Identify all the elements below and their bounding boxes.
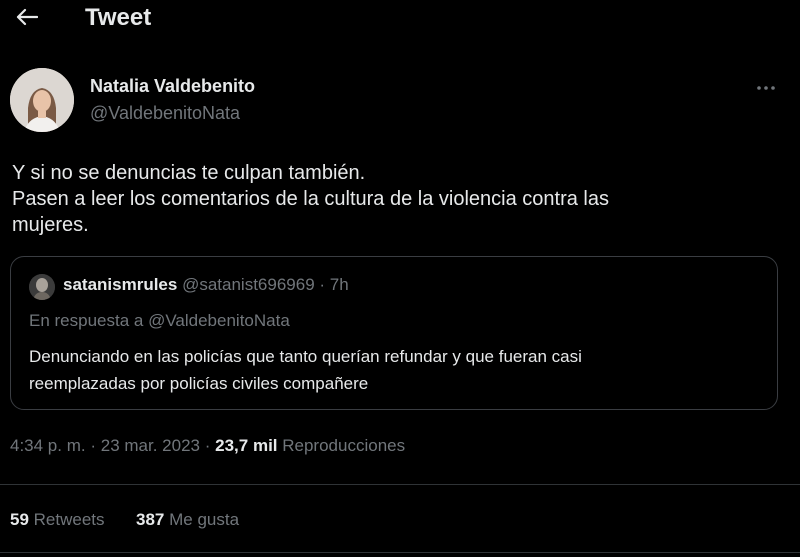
tweet-page: Tweet Natalia Valdebenito @ValdebenitoNa… xyxy=(0,0,800,557)
meta-separator: · xyxy=(90,436,97,455)
tweet-text-line: mujeres. xyxy=(12,214,89,236)
quoted-tweet[interactable]: satanismrules @satanist696969 · 7h En re… xyxy=(10,256,778,410)
tweet-stats: 59 Retweets 387 Me gusta xyxy=(10,510,239,530)
tweet-text-line: Pasen a leer los comentarios de la cultu… xyxy=(12,188,609,210)
quote-meta: @satanist696969 · 7h xyxy=(182,275,349,294)
meta-separator: · xyxy=(204,436,211,455)
tweet-author: Natalia Valdebenito @ValdebenitoNata xyxy=(10,68,790,138)
arrow-left-icon xyxy=(16,8,38,26)
quote-reply-to: En respuesta a @ValdebenitoNata xyxy=(29,311,290,330)
retweets-stat[interactable]: 59 Retweets xyxy=(10,510,109,529)
tweet-meta: 4:34 p. m. · 23 mar. 2023 · 23,7 mil Rep… xyxy=(10,436,405,456)
quote-avatar-image xyxy=(29,274,55,300)
tweet-text: Y si no se denuncias te culpan también. … xyxy=(12,160,782,238)
avatar[interactable] xyxy=(10,68,74,132)
author-handle[interactable]: @ValdebenitoNata xyxy=(90,103,240,124)
retweets-count: 59 xyxy=(10,510,29,529)
avatar-image xyxy=(10,68,74,132)
likes-stat[interactable]: 387 Me gusta xyxy=(136,510,239,529)
quote-header: satanismrules @satanist696969 · 7h xyxy=(63,275,349,295)
quote-avatar[interactable] xyxy=(29,274,55,300)
quote-text-line: Denunciando en las policías que tanto qu… xyxy=(29,347,582,366)
likes-label: Me gusta xyxy=(169,510,240,529)
retweets-label: Retweets xyxy=(33,510,105,529)
page-title: Tweet xyxy=(85,4,152,31)
more-button[interactable] xyxy=(754,80,778,96)
divider xyxy=(0,484,800,485)
tweet-text-line: Y si no se denuncias te culpan también. xyxy=(12,162,366,184)
views-count: 23,7 mil xyxy=(215,436,278,455)
quote-username[interactable]: satanismrules xyxy=(63,275,177,294)
views-label: Reproducciones xyxy=(282,436,406,455)
author-name[interactable]: Natalia Valdebenito xyxy=(90,76,255,97)
tweet-date[interactable]: 23 mar. 2023 xyxy=(101,436,200,455)
tweet-time[interactable]: 4:34 p. m. xyxy=(10,436,86,455)
quote-text: Denunciando en las policías que tanto qu… xyxy=(29,343,769,397)
more-dots-icon xyxy=(757,86,775,90)
likes-count: 387 xyxy=(136,510,165,529)
divider xyxy=(0,552,800,553)
page-header: Tweet xyxy=(0,0,800,40)
quote-text-line: reemplazadas por policías civiles compañ… xyxy=(29,374,369,393)
back-button[interactable] xyxy=(12,2,42,32)
